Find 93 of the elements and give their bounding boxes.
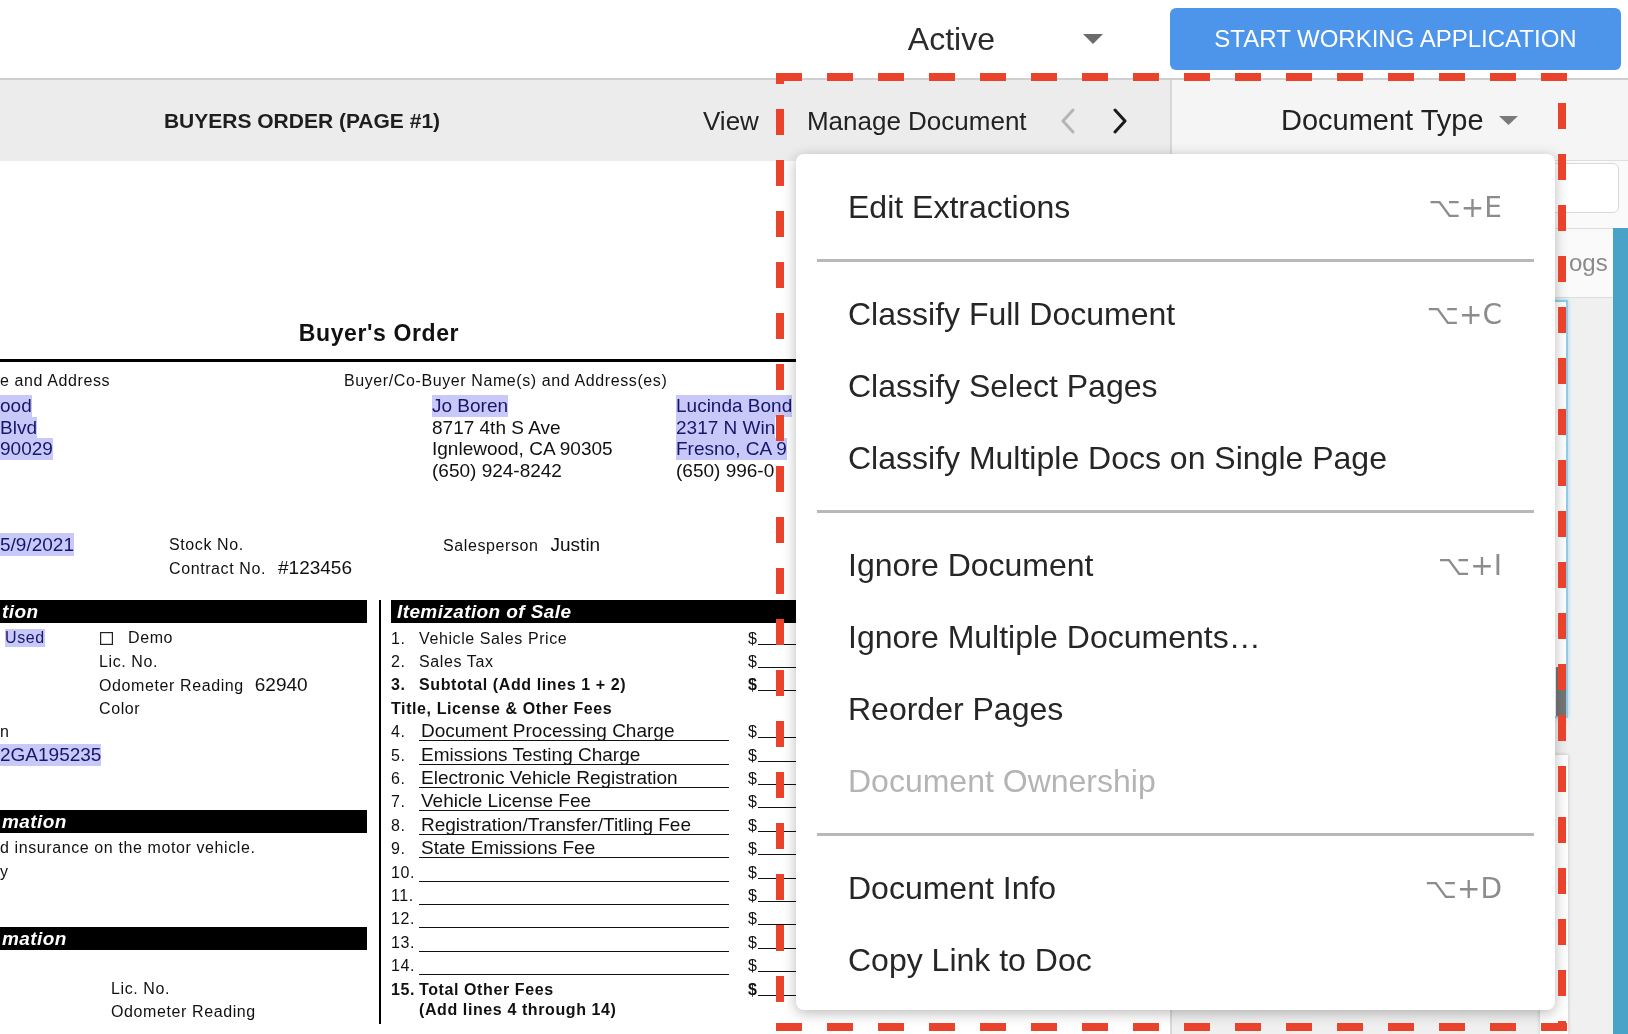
keyboard-shortcut: ⌥+I <box>1438 548 1502 582</box>
line-number: 14. <box>391 956 417 977</box>
currency-sign: $ <box>748 628 758 649</box>
currency-sign: $ <box>748 652 758 672</box>
line-number: 2. <box>391 652 407 672</box>
manage-document-button[interactable]: Manage Document <box>806 104 1027 137</box>
form-label: Salesperson <box>443 535 539 556</box>
menu-item[interactable]: Edit Extractions ⌥+E <box>796 171 1555 243</box>
currency-sign: $ <box>748 675 758 696</box>
fee-description-field: Vehicle License Fee <box>419 790 729 812</box>
currency-sign: $ <box>748 909 758 930</box>
form-label: Odometer Reading <box>111 1002 256 1023</box>
line-number: 7. <box>391 792 407 813</box>
menu-item[interactable]: Classify Multiple Docs on Single Page <box>796 422 1555 494</box>
line-number: 10. <box>391 862 417 883</box>
field-value: 2GA195235 <box>0 744 102 767</box>
line-number: 3. <box>391 675 407 696</box>
section-header: tion <box>0 600 367 624</box>
form-label: Lic. No. <box>99 652 159 672</box>
line-number: 5. <box>391 745 407 766</box>
keyboard-shortcut: ⌥+C <box>1426 297 1502 331</box>
form-text: y <box>0 862 9 881</box>
fee-description-field: Registration/Transfer/Titling Fee <box>419 813 729 835</box>
date-value: 5/9/2021 <box>0 532 74 556</box>
chevron-left-icon <box>1059 107 1076 134</box>
keyboard-shortcut: ⌥+E <box>1428 190 1502 224</box>
currency-sign: $ <box>748 745 758 766</box>
address-line: Ignlewood, CA 90305 <box>432 438 613 461</box>
keyboard-shortcut: ⌥+D <box>1424 871 1502 905</box>
currency-sign: $ <box>748 932 758 953</box>
menu-item[interactable]: Document Info ⌥+D <box>796 852 1555 924</box>
line-number: 13. <box>391 932 417 953</box>
caret-icon <box>1083 34 1103 44</box>
form-text: d insurance on the motor vehicle. <box>0 839 256 858</box>
fee-description-field: Electronic Vehicle Registration <box>419 767 729 789</box>
field-value: #123456 <box>278 555 352 579</box>
line-number: 15. <box>391 979 417 1000</box>
currency-sign: $ <box>748 792 758 813</box>
line-number: 9. <box>391 839 407 860</box>
line-number: 12. <box>391 909 417 930</box>
menu-item[interactable]: Reorder Pages <box>796 673 1555 745</box>
column-label: Buyer/Co-Buyer Name(s) and Address(es) <box>344 371 668 391</box>
view-button[interactable]: View <box>703 104 759 137</box>
option-value: Used <box>5 629 45 648</box>
line-item-note: (Add lines 4 through 14) <box>419 1001 618 1020</box>
fee-description-field: Emissions Testing Charge <box>419 743 729 765</box>
caret-icon <box>1498 115 1518 125</box>
field-value: 62940 <box>254 673 308 697</box>
form-label: Stock No. <box>169 534 244 555</box>
line-number: 11. <box>391 886 415 907</box>
section-header: Itemization of Sale <box>391 600 796 624</box>
line-number: 1. <box>391 628 407 649</box>
line-item-label: Subtotal (Add lines 1 + 2) <box>419 675 628 696</box>
currency-sign: $ <box>748 862 758 883</box>
form-title: Buyer's Order <box>298 320 460 346</box>
menu-item[interactable]: Ignore Document ⌥+I <box>796 529 1555 601</box>
line-item-label: Vehicle Sales Price <box>419 628 569 649</box>
address-line: 8717 4th S Ave <box>432 416 561 439</box>
currency-sign: $ <box>748 839 758 860</box>
form-label: Color <box>99 698 141 719</box>
fee-description-field: State Emissions Fee <box>419 837 729 859</box>
address-line: (650) 924-8242 <box>432 460 562 482</box>
status-dropdown[interactable]: Active <box>907 19 1103 59</box>
form-label: Odometer Reading <box>99 676 244 697</box>
currency-sign: $ <box>748 722 758 743</box>
line-number: 6. <box>391 769 407 790</box>
currency-sign: $ <box>748 815 758 836</box>
currency-sign: $ <box>748 769 758 790</box>
currency-sign: $ <box>748 956 758 977</box>
line-item-label: Sales Tax <box>419 652 495 672</box>
section-header: mation <box>0 927 367 951</box>
menu-item[interactable]: Classify Select Pages <box>796 350 1555 422</box>
column-label: e and Address <box>0 371 111 391</box>
line-number: 4. <box>391 722 407 743</box>
currency-sign: $ <box>748 886 758 907</box>
document-title: BUYERS ORDER (PAGE #1) <box>163 108 441 133</box>
form-text: n <box>0 722 10 741</box>
form-label: Lic. No. <box>111 978 171 999</box>
checkbox-label: Demo <box>128 629 174 648</box>
line-number: 8. <box>391 815 407 836</box>
menu-item[interactable]: Copy Link to Doc <box>796 924 1555 996</box>
thumbnail-caption-bar <box>1556 667 1566 716</box>
fee-description-field: Document Processing Charge <box>419 720 729 742</box>
field-value: Justin <box>550 532 601 556</box>
chevron-right-icon <box>1111 107 1128 134</box>
section-header: mation <box>0 810 367 834</box>
line-item-label: Total Other Fees <box>419 979 555 1000</box>
subsection-heading: Title, License & Other Fees <box>391 698 613 719</box>
address-line: (650) 996-0 <box>676 460 775 482</box>
menu-item[interactable]: Classify Full Document ⌥+C <box>796 278 1555 350</box>
menu-item[interactable]: Ignore Multiple Documents… <box>796 601 1555 673</box>
form-label: Contract No. <box>169 558 266 579</box>
currency-sign: $ <box>748 979 758 1000</box>
